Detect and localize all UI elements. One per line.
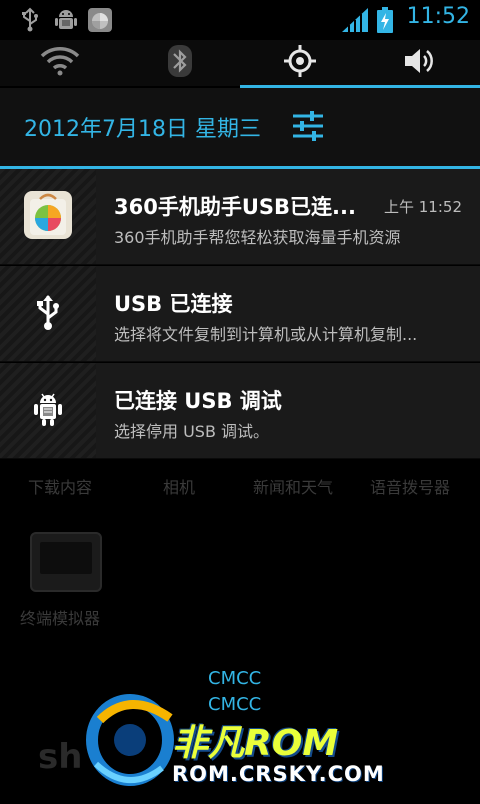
settings-sliders-icon	[291, 111, 325, 145]
notification-icon-container	[0, 169, 96, 264]
360-app-icon	[22, 189, 74, 245]
notification-subtitle: 选择将文件复制到计算机或从计算机复制...	[114, 325, 418, 344]
notification-usb-debugging[interactable]: 已连接 USB 调试 选择停用 USB 调试。	[0, 363, 480, 459]
status-bar: 11:52	[0, 0, 480, 40]
notification-title: 已连接 USB 调试	[114, 389, 282, 413]
android-debug-icon	[52, 6, 80, 34]
status-time: 11:52	[406, 4, 470, 29]
date-header: 2012年7月18日 星期三	[0, 88, 480, 166]
notification-title: 360手机助手USB已连...	[114, 195, 356, 219]
usb-icon	[16, 6, 44, 34]
app-label-camera: 相机	[163, 478, 196, 497]
signal-icon	[340, 6, 372, 34]
app-label-downloads: 下载内容	[28, 478, 93, 497]
notification-360-usb[interactable]: 360手机助手USB已连... 上午 11:52 360手机助手帮您轻松获取海量…	[0, 169, 480, 265]
watermark-url: ROM.CRSKY.COM	[172, 762, 385, 786]
app-label-voice-dialer: 语音拨号器	[370, 478, 451, 497]
gps-toggle[interactable]	[240, 40, 360, 86]
notification-subtitle: 360手机助手帮您轻松获取海量手机资源	[114, 228, 401, 247]
sound-icon	[402, 46, 438, 80]
notification-time: 上午 11:52	[384, 198, 462, 216]
svg-text:sh: sh	[38, 737, 82, 777]
notification-subtitle: 选择停用 USB 调试。	[114, 422, 270, 441]
wifi-toggle[interactable]	[0, 40, 120, 86]
bluetooth-icon	[167, 44, 193, 82]
settings-button[interactable]	[286, 106, 330, 150]
gps-icon	[283, 44, 317, 82]
quick-settings-bar	[0, 40, 480, 86]
wifi-icon	[40, 46, 80, 80]
battery-charging-icon	[376, 6, 396, 34]
notification-icon-container	[0, 363, 96, 458]
carrier-label: CMCC	[208, 668, 262, 689]
terminal-emulator-icon	[30, 532, 102, 592]
app-label-terminal: 终端模拟器	[20, 609, 101, 628]
date-text: 2012年7月18日 星期三	[24, 117, 261, 142]
bluetooth-toggle[interactable]	[120, 40, 240, 86]
android-debug-icon	[31, 389, 65, 433]
app-label-news-weather: 新闻和天气	[253, 478, 334, 497]
360-app-icon	[86, 6, 114, 34]
sound-toggle[interactable]	[360, 40, 480, 86]
watermark-brand: 非凡ROM	[172, 723, 339, 764]
notification-usb-connected[interactable]: USB 已连接 选择将文件复制到计算机或从计算机复制...	[0, 266, 480, 362]
notification-icon-container	[0, 266, 96, 361]
usb-icon	[33, 292, 63, 336]
notification-title: USB 已连接	[114, 292, 233, 316]
